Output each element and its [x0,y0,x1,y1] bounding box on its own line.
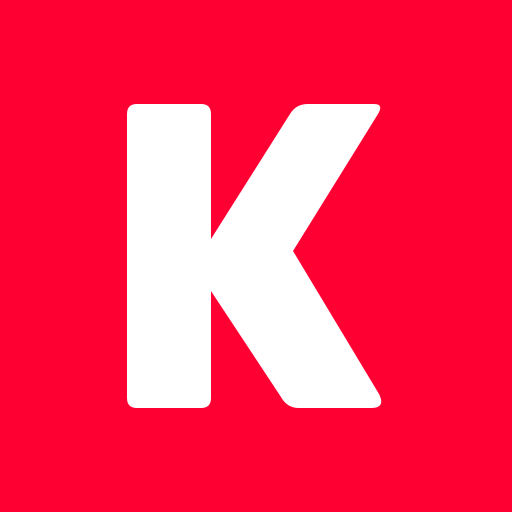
app-icon [0,0,512,512]
k-stem [127,104,211,408]
k-letter-logo-icon [0,0,512,512]
